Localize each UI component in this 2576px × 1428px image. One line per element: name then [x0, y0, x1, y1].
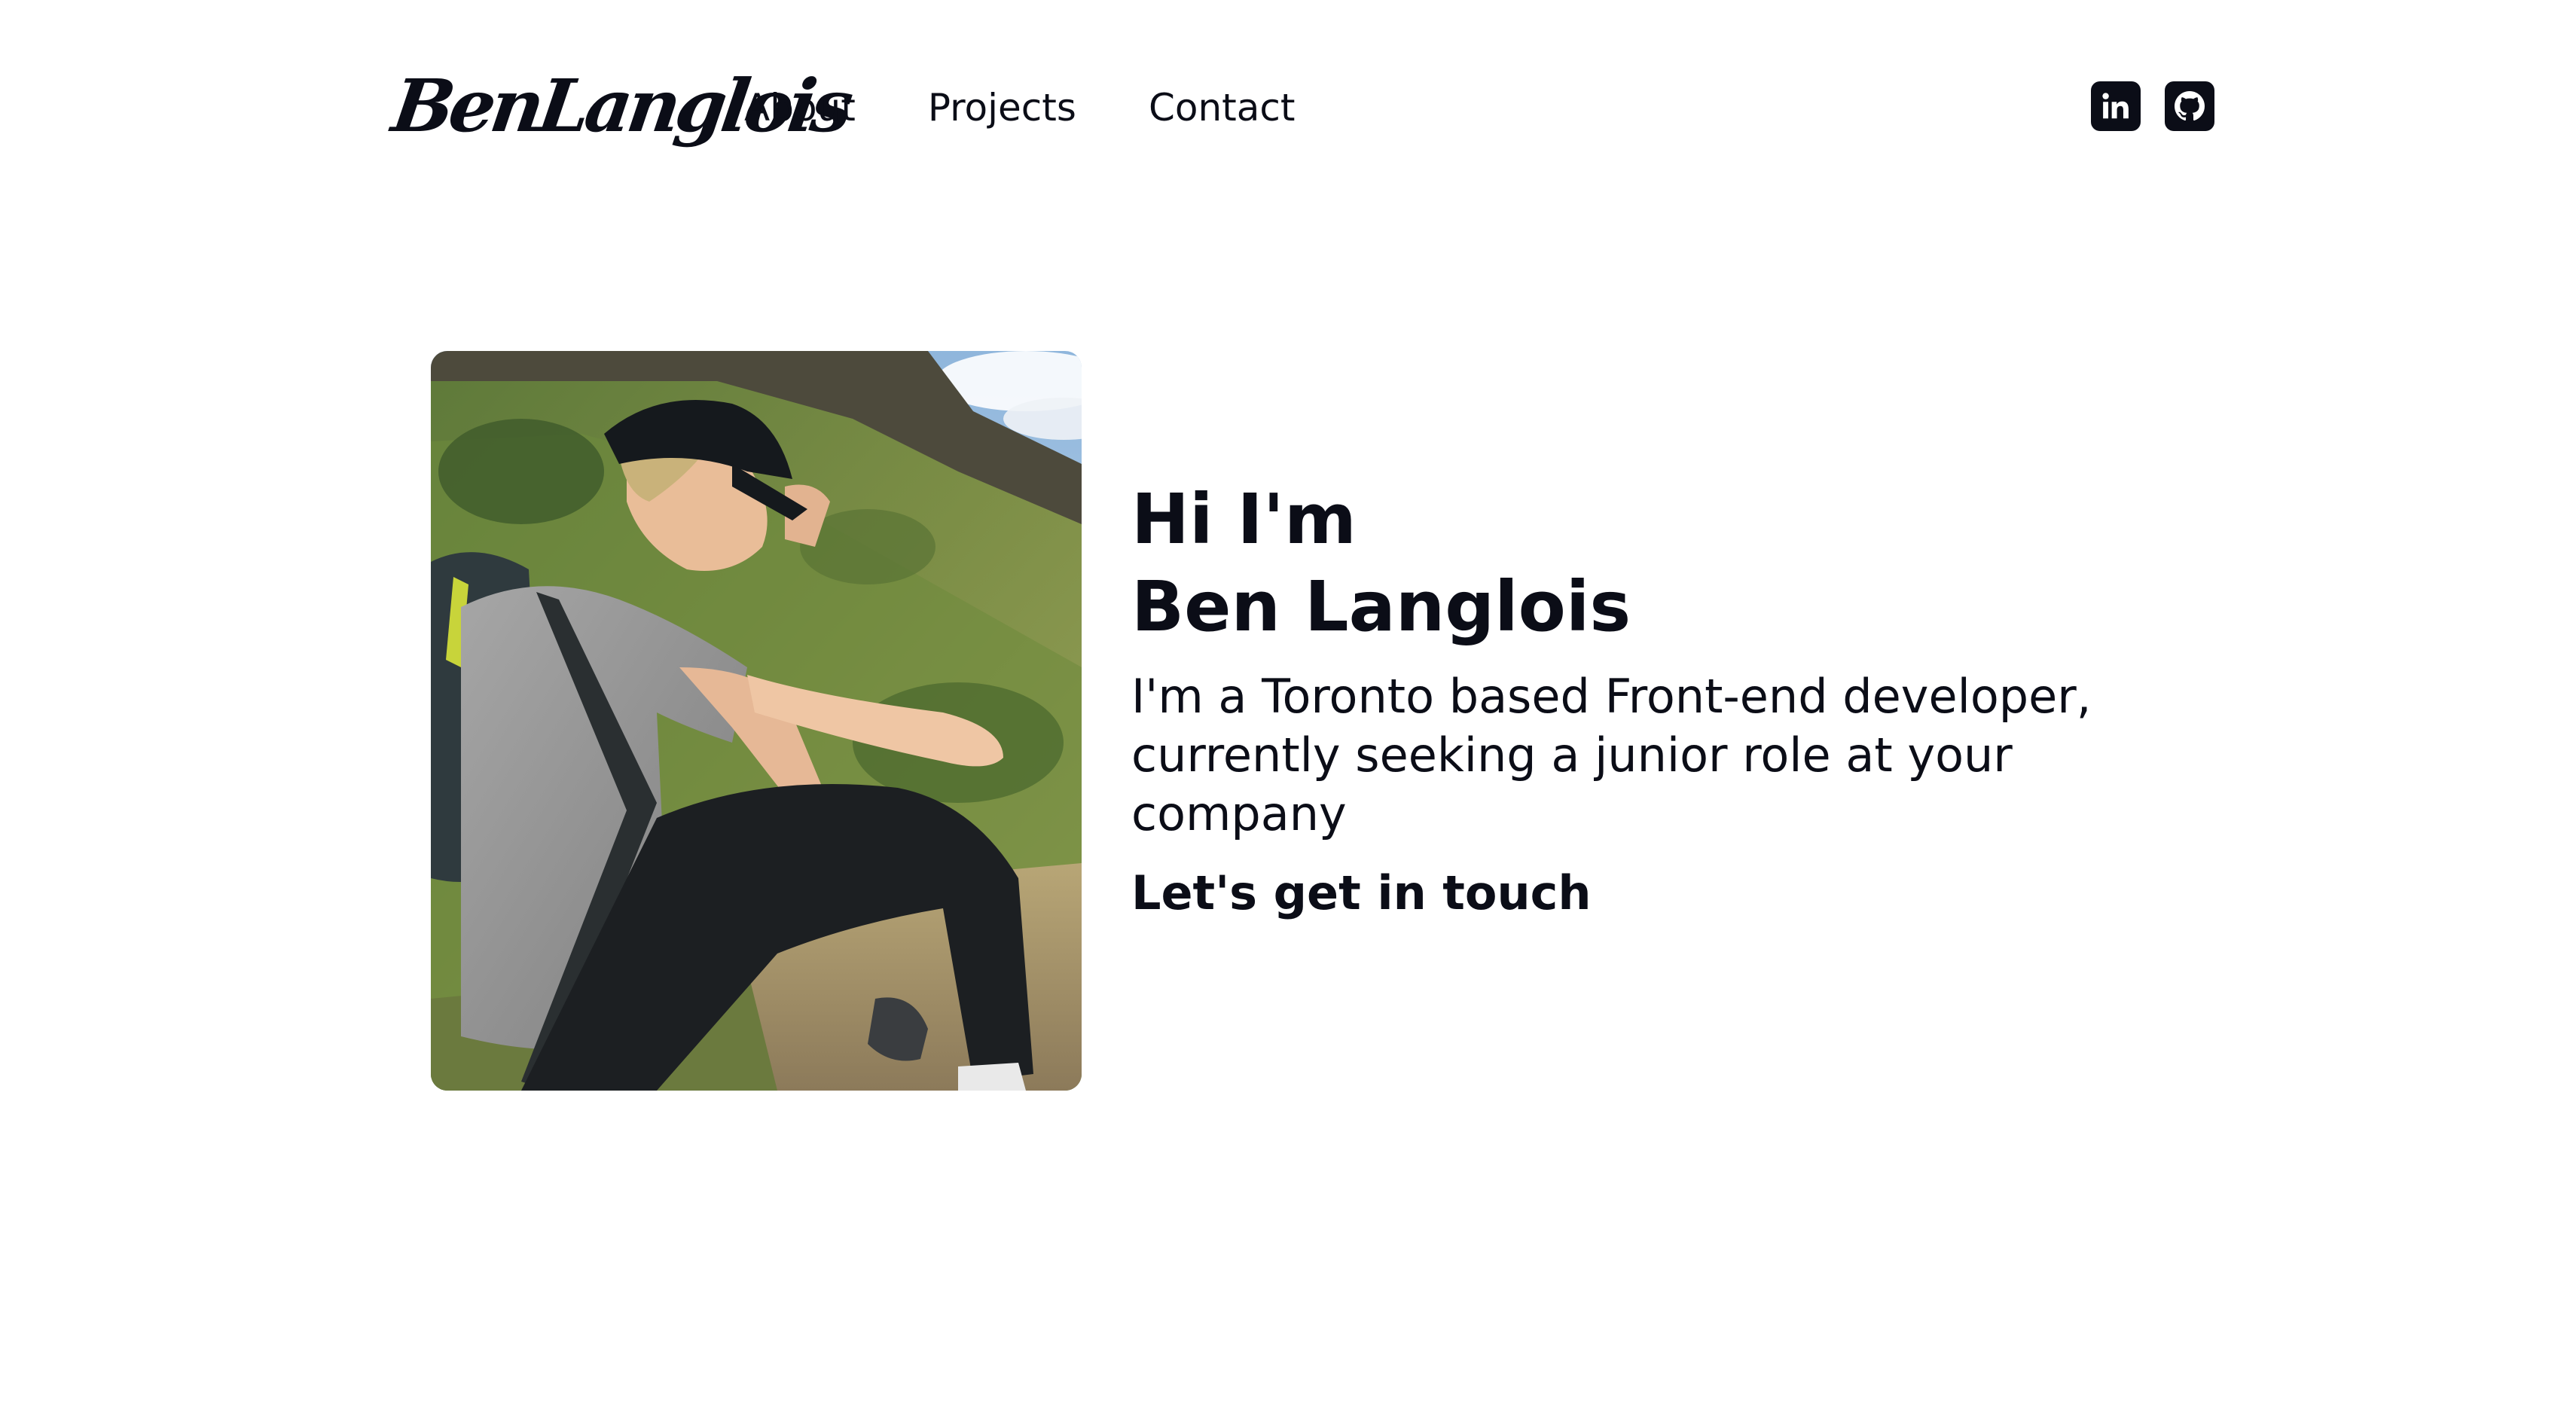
github-link[interactable]	[2165, 81, 2214, 131]
social-links	[2091, 81, 2214, 131]
get-in-touch-link[interactable]: Let's get in touch	[1131, 862, 1592, 925]
linkedin-icon	[2102, 93, 2129, 119]
nav-link-about[interactable]: About	[744, 81, 856, 134]
hero-text: Hi I'm Ben Langlois I'm a Toronto based …	[1131, 476, 2186, 925]
hero-tagline: I'm a Toronto based Front-end developer,…	[1131, 669, 2092, 841]
nav-link-projects[interactable]: Projects	[928, 81, 1076, 134]
linkedin-link[interactable]	[2091, 81, 2141, 131]
profile-photo	[431, 351, 1082, 1091]
github-icon	[2175, 91, 2205, 121]
name-line: Ben Langlois	[1131, 566, 1631, 647]
greeting-line: Hi I'm	[1131, 479, 1357, 560]
hero-heading: Hi I'm Ben Langlois	[1131, 476, 2186, 651]
site-header: BenLanglois About Projects Contact	[0, 0, 2576, 218]
nav-link-contact[interactable]: Contact	[1149, 81, 1296, 134]
main-nav: About Projects Contact	[744, 81, 1295, 134]
